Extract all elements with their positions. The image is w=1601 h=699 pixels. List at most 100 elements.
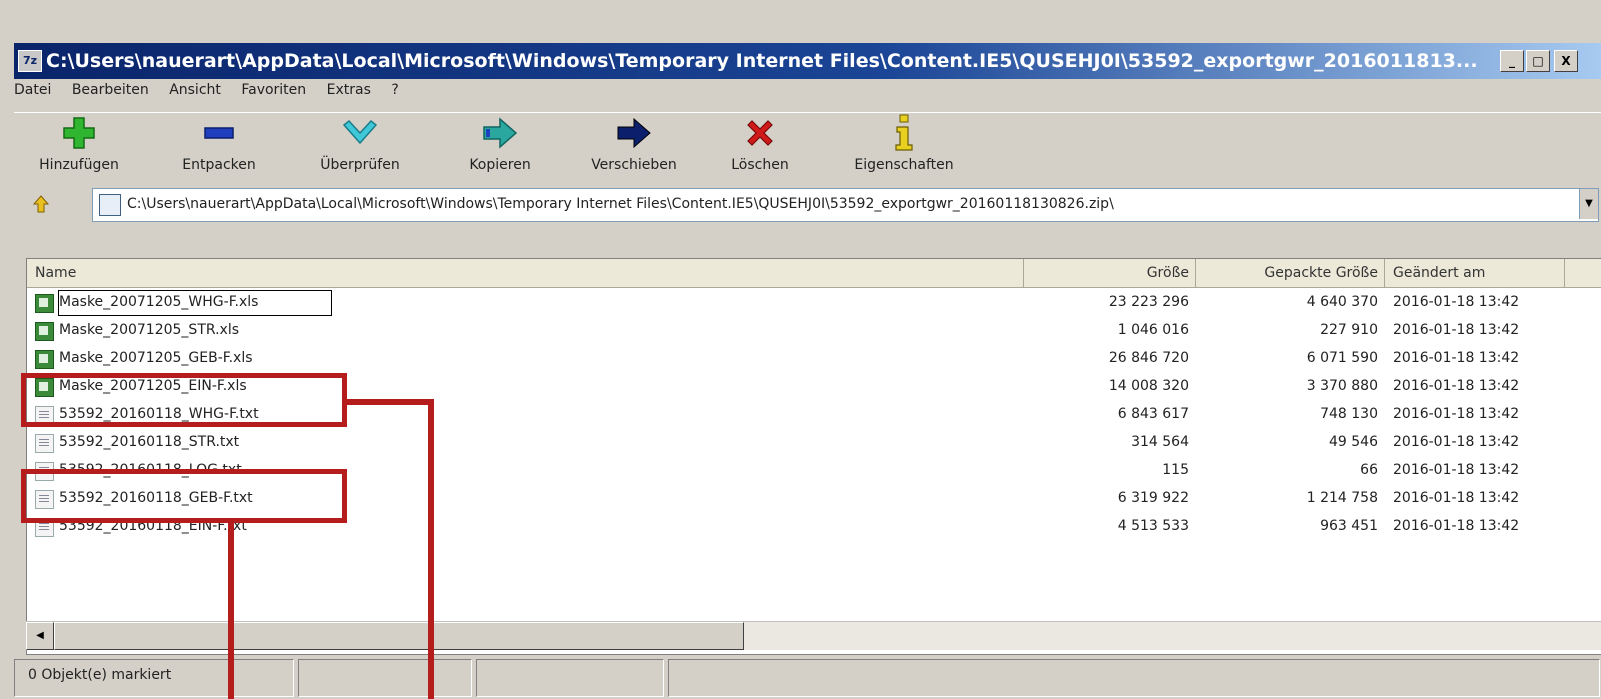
file-packed-size: 66 <box>1360 462 1378 478</box>
file-name: Maske_20071205_WHG-F.xls <box>59 294 259 310</box>
extract-button[interactable]: Entpacken <box>164 113 274 183</box>
status-pane-size <box>298 659 472 697</box>
excel-file-icon <box>35 322 54 341</box>
file-row[interactable]: 53592_20160118_STR.txt 314 564 49 546 2016-… <box>27 428 1601 456</box>
column-name[interactable]: Name <box>27 259 1024 287</box>
annotation-line-whg-vertical <box>428 399 434 699</box>
file-modified: 2016-01-18 13:42 <box>1393 490 1520 506</box>
move-label: Verschieben <box>591 157 677 173</box>
file-packed-size: 3 370 880 <box>1306 378 1378 394</box>
address-input[interactable]: C:\Users\nauerart\AppData\Local\Microsof… <box>92 188 1599 222</box>
address-dropdown-arrow[interactable]: ▼ <box>1579 189 1598 219</box>
close-button[interactable]: X <box>1554 50 1578 72</box>
menu-extras[interactable]: Extras <box>327 82 371 98</box>
window-title: C:\Users\nauerart\AppData\Local\Microsof… <box>46 50 1478 72</box>
7zip-app-icon: 7z <box>18 50 42 72</box>
file-packed-size: 1 214 758 <box>1306 490 1378 506</box>
file-packed-size: 748 130 <box>1320 406 1378 422</box>
file-row[interactable]: Maske_20071205_GEB-F.xls 26 846 720 6 071 … <box>27 344 1601 372</box>
7zip-file-manager-window: 7z C:\Users\nauerart\AppData\Local\Micro… <box>0 0 1601 699</box>
file-packed-size: 49 546 <box>1329 434 1378 450</box>
column-packed-size[interactable]: Gepackte Größe <box>1196 259 1385 287</box>
file-size: 115 <box>1162 462 1189 478</box>
file-size: 314 564 <box>1131 434 1189 450</box>
status-pane-info <box>668 659 1600 697</box>
file-size: 1 046 016 <box>1117 322 1189 338</box>
file-modified: 2016-01-18 13:42 <box>1393 322 1520 338</box>
add-button[interactable]: Hinzufügen <box>24 113 134 183</box>
annotation-line-whg-horizontal <box>342 399 432 405</box>
delete-x-icon <box>747 120 773 146</box>
excel-file-icon <box>35 294 54 313</box>
scroll-thumb[interactable] <box>54 622 744 650</box>
file-list: Name Größe Gepackte Größe Geändert am Ma… <box>26 258 1601 655</box>
list-header: Name Größe Gepackte Größe Geändert am <box>27 259 1601 288</box>
copy-label: Kopieren <box>469 157 531 173</box>
status-pane-packed <box>476 659 664 697</box>
column-modified[interactable]: Geändert am <box>1385 259 1565 287</box>
properties-label: Eigenschaften <box>854 157 954 173</box>
annotation-line-geb-vertical <box>228 518 234 699</box>
toolbar: Hinzufügen Entpacken Überprüfen Kopieren… <box>14 112 1601 185</box>
file-packed-size: 963 451 <box>1320 518 1378 534</box>
menu-datei[interactable]: Datei <box>14 82 51 98</box>
address-path: C:\Users\nauerart\AppData\Local\Microsof… <box>127 196 1114 212</box>
test-label: Überprüfen <box>320 157 400 173</box>
copy-button[interactable]: Kopieren <box>450 113 550 183</box>
address-bar: C:\Users\nauerart\AppData\Local\Microsof… <box>14 186 1601 224</box>
file-modified: 2016-01-18 13:42 <box>1393 406 1520 422</box>
text-file-icon <box>35 434 54 453</box>
title-bar[interactable]: 7z C:\Users\nauerart\AppData\Local\Micro… <box>14 43 1601 79</box>
folder-up-icon[interactable] <box>31 194 51 214</box>
file-modified: 2016-01-18 13:42 <box>1393 462 1520 478</box>
maximize-button[interactable]: □ <box>1526 50 1550 72</box>
minimize-button[interactable]: _ <box>1500 50 1524 72</box>
delete-label: Löschen <box>731 157 789 173</box>
excel-file-icon <box>35 350 54 369</box>
properties-button[interactable]: Eigenschaften <box>834 113 974 183</box>
file-size: 26 846 720 <box>1108 350 1189 366</box>
file-modified: 2016-01-18 13:42 <box>1393 294 1520 310</box>
file-row[interactable]: Maske_20071205_STR.xls 1 046 016 227 910 20… <box>27 316 1601 344</box>
status-selected-count: 0 Objekt(e) markiert <box>28 667 172 683</box>
scroll-left-button[interactable]: ◀ <box>26 622 54 650</box>
file-name: Maske_20071205_STR.xls <box>59 322 240 338</box>
file-row[interactable]: Maske_20071205_WHG-F.xls 23 223 296 4 640 … <box>27 288 1601 316</box>
file-size: 23 223 296 <box>1108 294 1189 310</box>
annotation-box-whg <box>21 373 347 427</box>
add-label: Hinzufügen <box>39 157 119 173</box>
file-size: 6 319 922 <box>1117 490 1189 506</box>
file-modified: 2016-01-18 13:42 <box>1393 434 1520 450</box>
minus-icon <box>204 127 234 139</box>
menu-ansicht[interactable]: Ansicht <box>169 82 221 98</box>
zip-archive-icon <box>99 194 121 216</box>
test-button[interactable]: Überprüfen <box>300 113 420 183</box>
move-arrow-icon <box>617 117 651 149</box>
file-size: 6 843 617 <box>1117 406 1189 422</box>
file-name: Maske_20071205_GEB-F.xls <box>59 350 253 366</box>
check-icon <box>342 119 378 145</box>
column-size[interactable]: Größe <box>1024 259 1196 287</box>
file-packed-size: 227 910 <box>1320 322 1378 338</box>
file-packed-size: 4 640 370 <box>1306 294 1378 310</box>
menu-favoriten[interactable]: Favoriten <box>241 82 306 98</box>
extract-label: Entpacken <box>182 157 256 173</box>
file-size: 4 513 533 <box>1117 518 1189 534</box>
status-bar: 0 Objekt(e) markiert <box>14 655 1601 699</box>
delete-button[interactable]: Löschen <box>720 113 800 183</box>
plus-icon <box>63 117 95 149</box>
file-modified: 2016-01-18 13:42 <box>1393 350 1520 366</box>
horizontal-scrollbar[interactable]: ◀ <box>26 621 1601 650</box>
file-name: 53592_20160118_STR.txt <box>59 434 240 450</box>
file-modified: 2016-01-18 13:42 <box>1393 518 1520 534</box>
info-icon <box>895 114 913 151</box>
menu-bearbeiten[interactable]: Bearbeiten <box>72 82 149 98</box>
file-packed-size: 6 071 590 <box>1306 350 1378 366</box>
menu-bar: Datei Bearbeiten Ansicht Favoriten Extra… <box>14 82 415 112</box>
file-size: 14 008 320 <box>1108 378 1189 394</box>
file-modified: 2016-01-18 13:42 <box>1393 378 1520 394</box>
copy-arrow-icon <box>483 117 518 149</box>
annotation-box-geb <box>21 469 347 523</box>
move-button[interactable]: Verschieben <box>574 113 694 183</box>
menu-help[interactable]: ? <box>391 82 398 98</box>
